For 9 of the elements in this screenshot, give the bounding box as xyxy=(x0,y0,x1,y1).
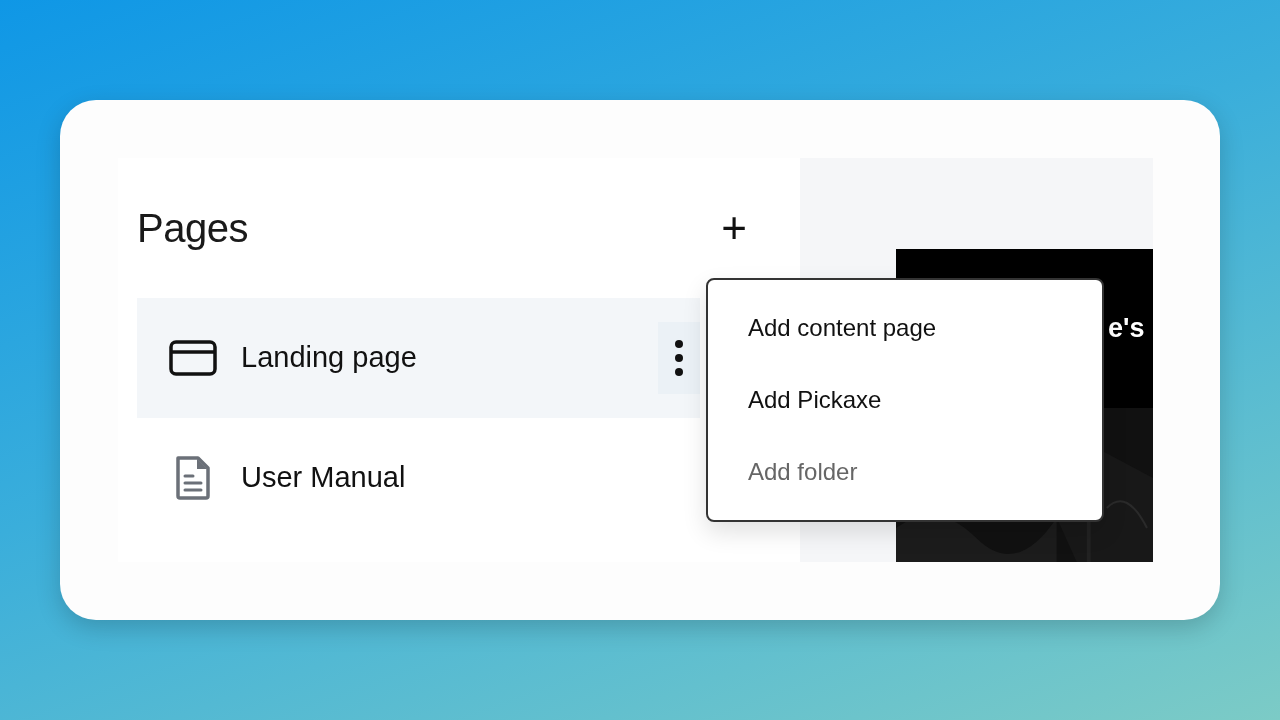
preview-heading: e's xyxy=(1108,312,1145,346)
page-item[interactable]: User Manual xyxy=(137,418,700,538)
page-item[interactable]: Landing page xyxy=(137,298,700,418)
menu-item[interactable]: Add Pickaxe xyxy=(708,364,1102,436)
card-icon xyxy=(169,340,217,376)
add-button[interactable]: + xyxy=(713,206,755,250)
menu-item[interactable]: Add content page xyxy=(708,292,1102,364)
more-icon[interactable] xyxy=(658,322,700,394)
panel-title: Pages xyxy=(137,205,248,252)
